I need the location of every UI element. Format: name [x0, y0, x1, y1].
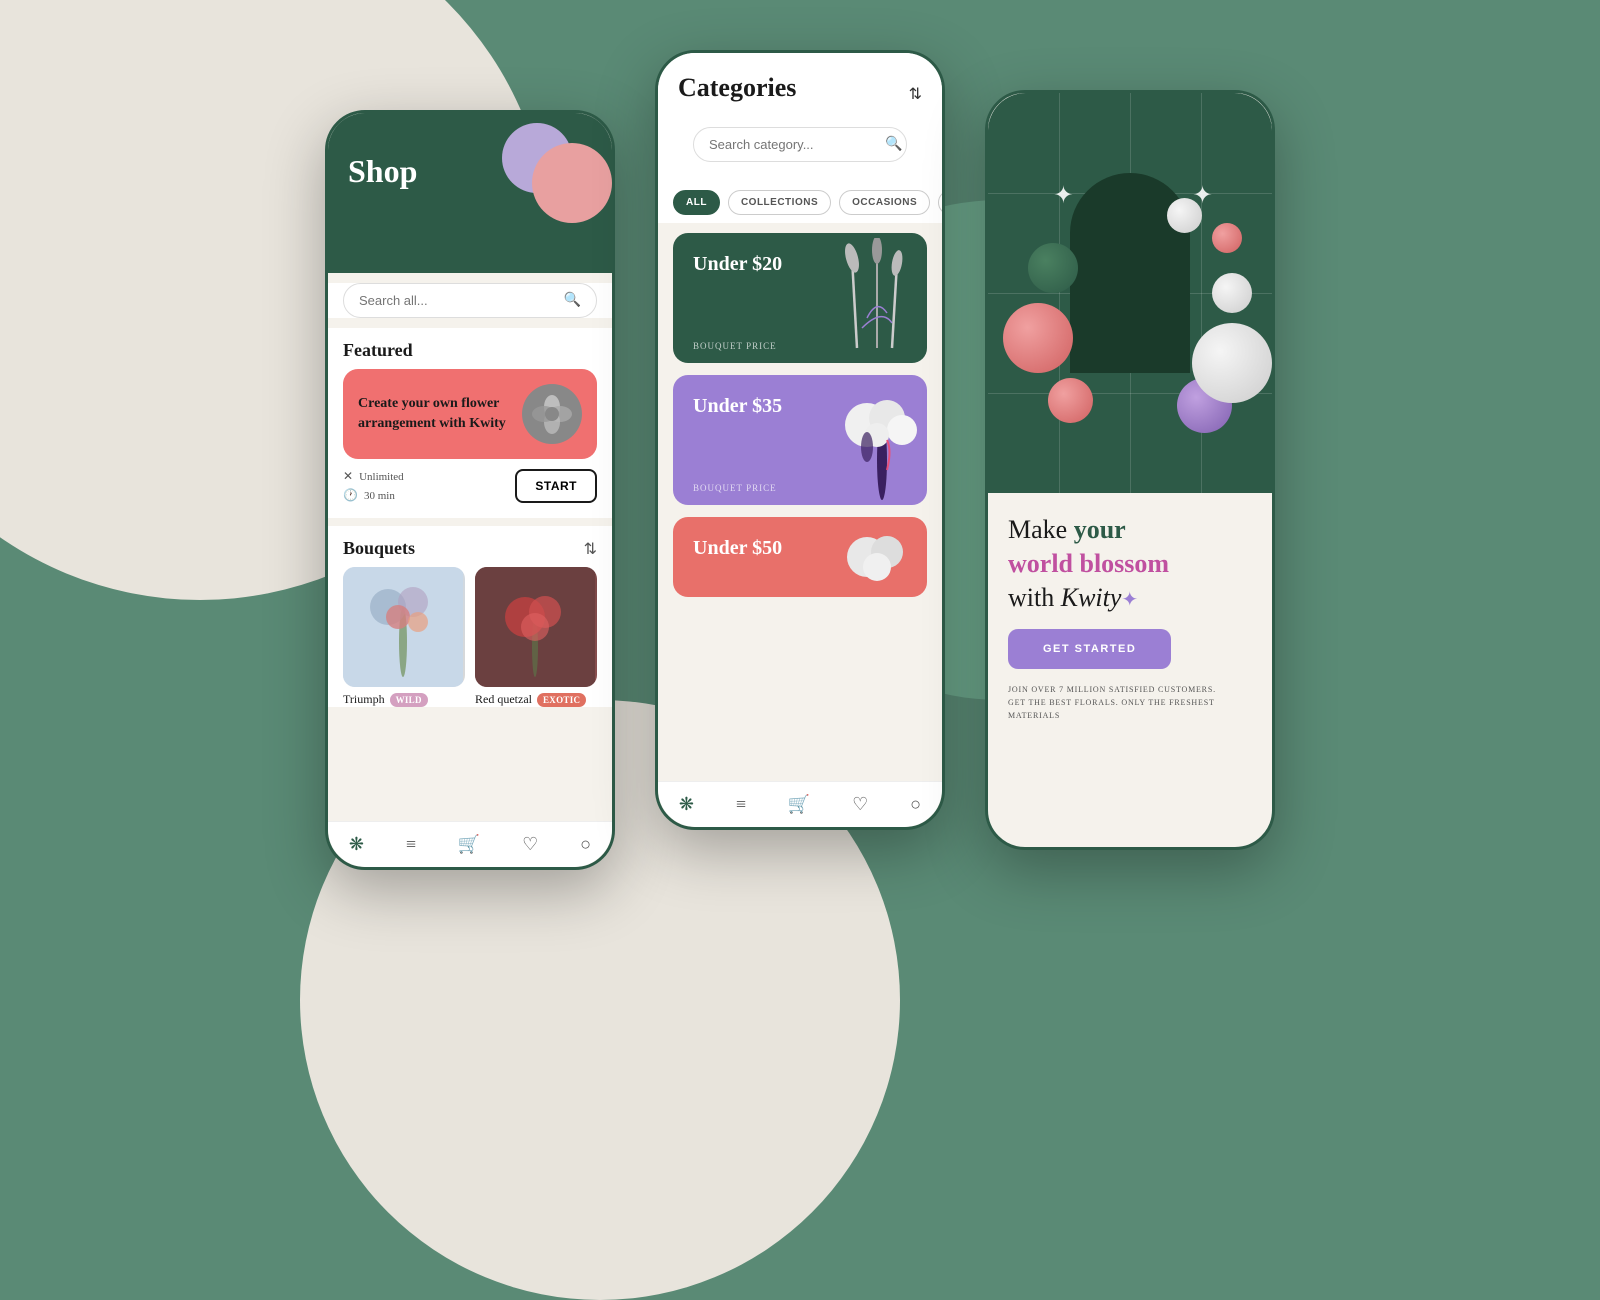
nav-cart-icon[interactable]: 🛒 [458, 834, 480, 855]
sphere-dark-green [1028, 243, 1078, 293]
marketing-sub2: GET THE BEST FLORALS. ONLY THE FRESHEST … [1008, 697, 1252, 723]
shop-search-bar[interactable]: 🔍 [343, 283, 597, 318]
featured-card-text: Create your own flower arrangement with … [358, 394, 522, 433]
nav-cart-icon-cats[interactable]: 🛒 [788, 794, 810, 815]
filter-sort-icon[interactable]: ⇅ [909, 84, 922, 104]
meta-items: ✕ Unlimited 🕐 30 min [343, 469, 404, 503]
nav-home-icon-cats[interactable]: ❋ [679, 794, 694, 815]
category-cards: Under $20 BOUQUET PRICE [658, 223, 942, 607]
featured-flower-image [522, 384, 582, 444]
phone-marketing: ✦ ✦ Make your world blossom with Kwity✦ … [985, 90, 1275, 850]
tab-all[interactable]: ALL [673, 190, 720, 215]
grid-v-1 [1059, 93, 1060, 493]
headline-kwity: Kwity [1061, 583, 1122, 612]
featured-section-title: Featured [328, 328, 612, 369]
headline-make: Make [1008, 515, 1074, 544]
phones-container: Shop 🔍 Featured Create your own flower a… [0, 50, 1600, 870]
nav-list-icon-cats[interactable]: ≡ [736, 794, 746, 815]
flower-svg [525, 387, 580, 442]
categories-title: Categories [678, 73, 796, 103]
cat-flower-under-50 [817, 517, 927, 597]
tab-international[interactable]: INTERNATIO... [938, 190, 945, 215]
marketing-headline: Make your world blossom with Kwity✦ [1008, 513, 1252, 614]
start-button[interactable]: START [515, 469, 597, 503]
sort-icon[interactable]: ⇅ [584, 539, 597, 559]
sparkle-star-icon: ✦ [1121, 589, 1138, 611]
nav-list-icon[interactable]: ≡ [406, 834, 416, 855]
bouquet-image-redquetzal [475, 567, 597, 687]
sparkle-1: ✦ [1053, 181, 1073, 210]
tab-collections[interactable]: COLLECTIONS [728, 190, 831, 215]
categories-search-input[interactable] [709, 137, 885, 152]
headline-with: with [1008, 583, 1061, 612]
white-bouquet-svg [827, 380, 927, 500]
grid-v-3 [1201, 93, 1202, 493]
tab-occasions[interactable]: OCCASIONS [839, 190, 930, 215]
bouquet-name-row-triumph: Triumph WILD [343, 692, 465, 707]
nav-heart-icon[interactable]: ♡ [522, 834, 538, 855]
bouquet-name-triumph: Triumph [343, 692, 385, 707]
bouquet-item-redquetzal: Red quetzal EXOTIC [475, 567, 597, 707]
categories-title-row: Categories ⇅ [678, 73, 922, 115]
bouquet-image-triumph [343, 567, 465, 687]
meta-time: 🕐 30 min [343, 488, 404, 503]
featured-card: Create your own flower arrangement with … [343, 369, 597, 459]
categories-search-bar[interactable]: 🔍 [693, 127, 907, 162]
headline-your: your [1074, 515, 1126, 544]
categories-header: Categories ⇅ 🔍 [658, 53, 942, 182]
marketing-subtext: JOIN OVER 7 MILLION SATISFIED CUSTOMERS.… [1008, 684, 1252, 722]
nav-home-icon[interactable]: ❋ [349, 834, 364, 855]
clock-icon: 🕐 [343, 488, 358, 503]
marketing-top-section: ✦ ✦ [988, 93, 1272, 493]
nav-heart-icon-cats[interactable]: ♡ [852, 794, 868, 815]
bouquet-name-redquetzal: Red quetzal [475, 692, 532, 707]
dry-grass-svg [827, 238, 927, 358]
cat-card-under-35[interactable]: Under $35 BOUQUET PRICE [673, 375, 927, 505]
cat-title-under-50: Under $50 [693, 537, 782, 560]
marketing-bottom-section: Make your world blossom with Kwity✦ GET … [988, 493, 1272, 743]
sphere-white-small [1212, 273, 1252, 313]
cat-title-under-20: Under $20 [693, 253, 782, 276]
sphere-pink-small [1048, 378, 1093, 423]
bottom-nav-shop: ❋ ≡ 🛒 ♡ ○ [328, 821, 612, 867]
bouquets-row: Triumph WILD [328, 567, 612, 707]
cross-icon: ✕ [343, 469, 353, 484]
featured-meta: ✕ Unlimited 🕐 30 min START [328, 459, 612, 513]
nav-user-icon-cats[interactable]: ○ [910, 794, 921, 815]
cat-flower-under-20 [817, 233, 927, 363]
bouquets-section-header: Bouquets ⇅ [328, 526, 612, 567]
bouquets-section-title: Bouquets [343, 538, 415, 559]
bouquet-tag-wild: WILD [390, 693, 428, 707]
bouquet-name-row-redquetzal: Red quetzal EXOTIC [475, 692, 597, 707]
sphere-white-tiny [1167, 198, 1202, 233]
filter-tabs: ALL COLLECTIONS OCCASIONS INTERNATIO... [658, 182, 942, 223]
phone-categories: Categories ⇅ 🔍 ALL COLLECTIONS OCCASIONS… [655, 50, 945, 830]
headline-world-blossom: world blossom [1008, 549, 1169, 578]
sphere-white-large [1192, 323, 1272, 403]
marketing-sub1: JOIN OVER 7 MILLION SATISFIED CUSTOMERS. [1008, 684, 1252, 697]
cat-title-under-35: Under $35 [693, 395, 782, 418]
bouquet-item-triumph: Triumph WILD [343, 567, 465, 707]
sphere-pink-tiny [1212, 223, 1242, 253]
cat-sub-under-20: BOUQUET PRICE [693, 341, 777, 351]
sphere-pink-large [1003, 303, 1073, 373]
phone-shop: Shop 🔍 Featured Create your own flower a… [325, 110, 615, 870]
mixed-flower-svg [827, 517, 927, 597]
meta-unlimited: ✕ Unlimited [343, 469, 404, 484]
nav-user-icon[interactable]: ○ [580, 834, 591, 855]
cat-card-under-50[interactable]: Under $50 [673, 517, 927, 597]
shop-title: Shop [348, 153, 592, 190]
bottom-nav-cats: ❋ ≡ 🛒 ♡ ○ [658, 781, 942, 827]
cat-flower-under-35 [817, 375, 927, 505]
triumph-flower-svg [343, 567, 463, 687]
search-icon: 🔍 [564, 292, 581, 309]
cat-sub-under-35: BOUQUET PRICE [693, 483, 777, 493]
shop-search-input[interactable] [359, 293, 564, 308]
cat-card-under-20[interactable]: Under $20 BOUQUET PRICE [673, 233, 927, 363]
bouquet-tag-exotic: EXOTIC [537, 693, 586, 707]
redquetzal-flower-svg [475, 567, 595, 687]
get-started-button[interactable]: GET STARTED [1008, 629, 1171, 669]
search-icon-cats: 🔍 [885, 136, 902, 153]
shop-header: Shop [328, 113, 612, 273]
